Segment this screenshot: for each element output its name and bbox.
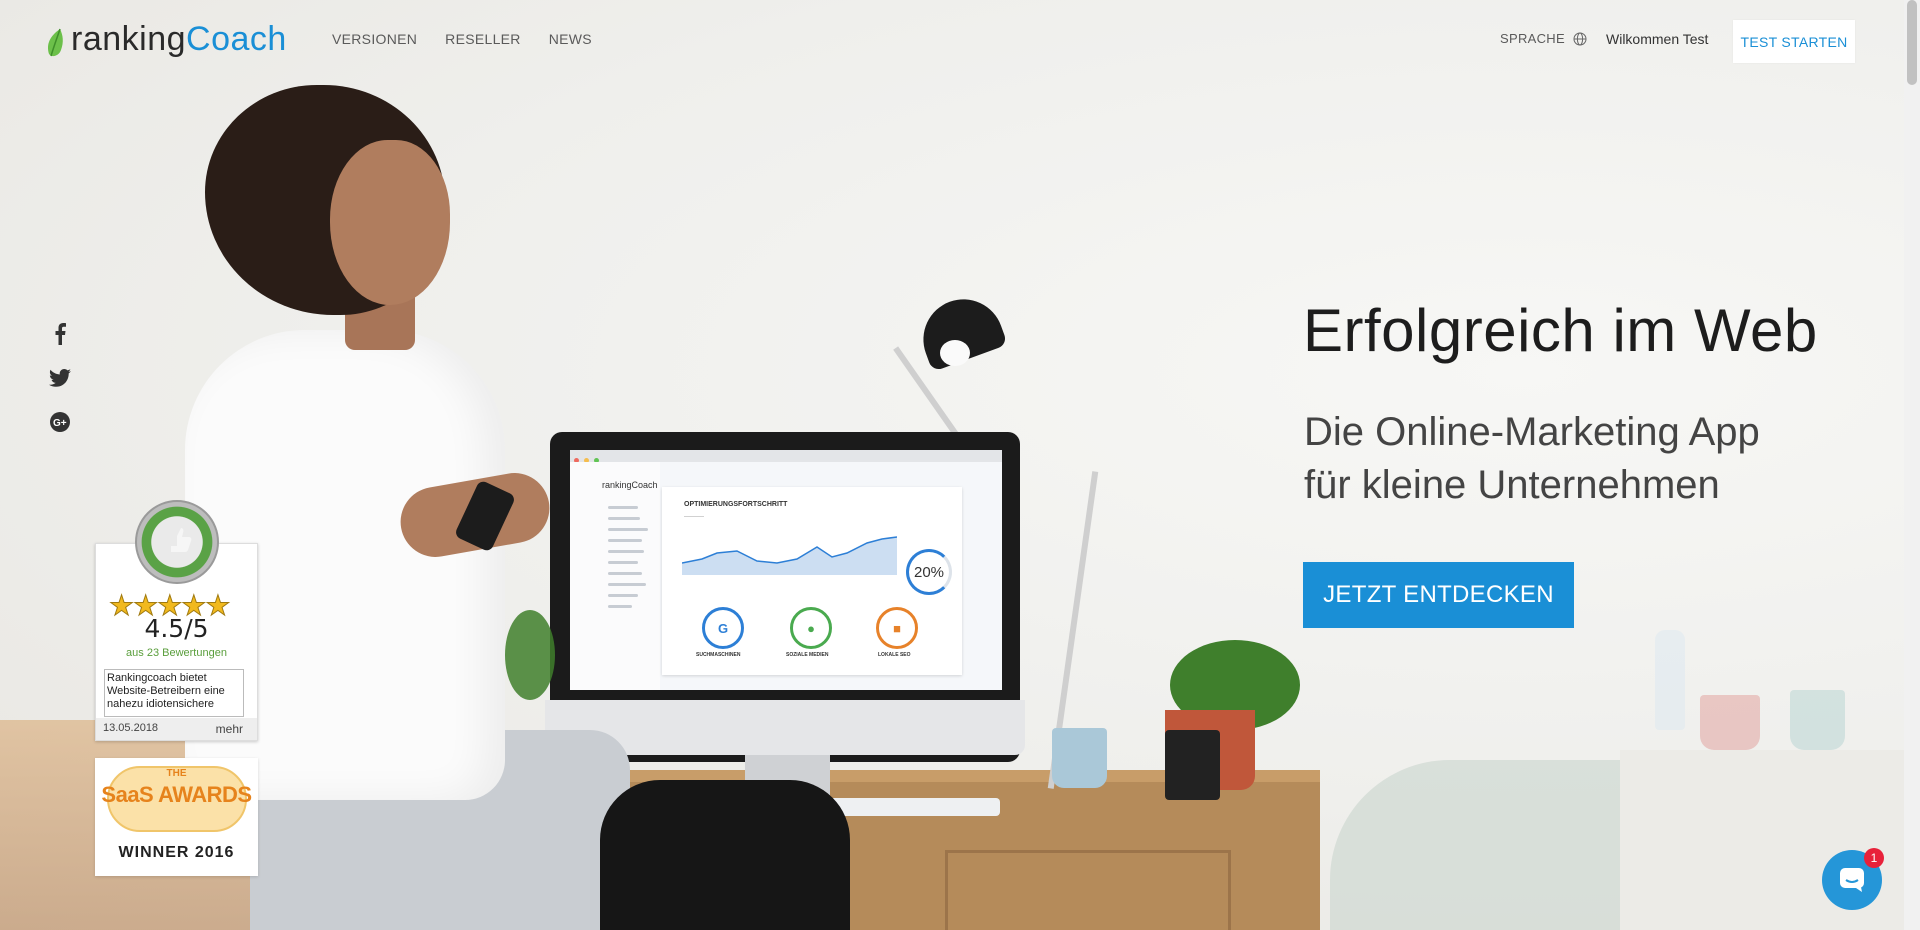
woman-face: [330, 140, 450, 305]
chat-icon: [1840, 868, 1864, 892]
nav-item-news[interactable]: NEWS: [549, 31, 592, 47]
scrollbar-thumb[interactable]: [1907, 0, 1917, 85]
ekomi-seal-icon: [135, 500, 219, 584]
chair: [600, 780, 850, 930]
saas-awards-badge: THE SaaS AWARDS WINNER 2016: [95, 758, 258, 876]
nav-item-versionen[interactable]: VERSIONEN: [332, 31, 417, 47]
screen-card-title: OPTIMIERUNGSFORTSCHRITT: [684, 501, 788, 508]
lamp-bulb: [940, 340, 970, 366]
google-plus-icon[interactable]: G+: [48, 410, 72, 434]
background-bottle: [1655, 630, 1685, 730]
screen-sidebar: rankingCoach: [570, 462, 660, 690]
ranking-coach-logo[interactable]: rankingCoach: [46, 20, 287, 58]
search-engines-icon: G: [702, 607, 744, 649]
page-scrollbar[interactable]: [1904, 0, 1920, 930]
mug: [1052, 728, 1107, 788]
logo-text-ranking: ranking: [71, 20, 187, 58]
saas-awards-title: SaaS AWARDS: [101, 782, 252, 807]
pencil-cup: [1165, 730, 1220, 800]
svg-text:G+: G+: [53, 418, 67, 429]
chat-unread-badge: 1: [1864, 848, 1884, 868]
screen-percent-circle: 20%: [906, 549, 952, 595]
language-selector[interactable]: SPRACHE: [1500, 31, 1587, 46]
hero-subline: Die Online-Marketing App für kleine Unte…: [1304, 406, 1760, 512]
hero-subline-line: für kleine Unternehmen: [1304, 463, 1720, 507]
screen-kpi-label: SOZIALE MEDIEN: [786, 652, 829, 658]
welcome-user[interactable]: Wilkommen Test: [1606, 31, 1708, 47]
nav-item-reseller[interactable]: RESELLER: [445, 31, 521, 47]
main-nav: VERSIONEN RESELLER NEWS: [332, 31, 592, 47]
screen-area-chart: [682, 536, 897, 575]
rating-count: aus 23 Bewertungen: [126, 647, 227, 659]
desk-drawer: [945, 850, 1231, 930]
screen-nav: [608, 506, 658, 616]
rating-score: 4.5/5: [144, 614, 209, 643]
keyboard: [830, 798, 1000, 816]
screen-card-subtitle: ————: [684, 514, 704, 520]
plant: [505, 610, 555, 700]
saas-winner-text: WINNER 2016: [118, 844, 235, 861]
logo-text-coach: Coach: [186, 20, 287, 58]
social-share-bar: G+: [48, 322, 72, 434]
top-header: rankingCoach VERSIONEN RESELLER NEWS SPR…: [0, 0, 1904, 80]
screen-kpi-label: SUCHMASCHINEN: [696, 652, 741, 658]
local-seo-icon: ■: [876, 607, 918, 649]
saas-the: THE: [166, 768, 187, 779]
background-mug: [1700, 695, 1760, 750]
hero-headline: Erfolgreich im Web: [1303, 297, 1818, 364]
screen-progress-card: OPTIMIERUNGSFORTSCHRITT ———— 20% G ● ■ S…: [662, 487, 962, 675]
social-media-icon: ●: [790, 607, 832, 649]
review-snippet: Rankingcoach bietet Website-Betreibern e…: [104, 669, 244, 717]
monitor-screen: rankingCoach OPTIMIERUNGSFORTSCHRITT ———…: [570, 450, 1002, 690]
screen-browser-bar: [570, 450, 1002, 463]
language-label: SPRACHE: [1500, 31, 1565, 46]
review-footer: 13.05.2018 mehr: [96, 718, 257, 740]
review-date: 13.05.2018: [103, 722, 159, 734]
discover-now-button[interactable]: JETZT ENTDECKEN: [1303, 562, 1574, 628]
facebook-icon[interactable]: [48, 322, 72, 346]
background-mug: [1790, 690, 1845, 750]
hero-subline-line: Die Online-Marketing App: [1304, 410, 1760, 454]
leaf-icon: [48, 28, 63, 57]
twitter-icon[interactable]: [48, 366, 72, 390]
screen-logo: rankingCoach: [602, 480, 658, 490]
globe-icon: [1573, 32, 1587, 45]
screen-kpi-label: LOKALE SEO: [878, 652, 911, 658]
test-start-button[interactable]: TEST STARTEN: [1733, 20, 1855, 63]
review-more-link[interactable]: mehr: [216, 722, 243, 736]
